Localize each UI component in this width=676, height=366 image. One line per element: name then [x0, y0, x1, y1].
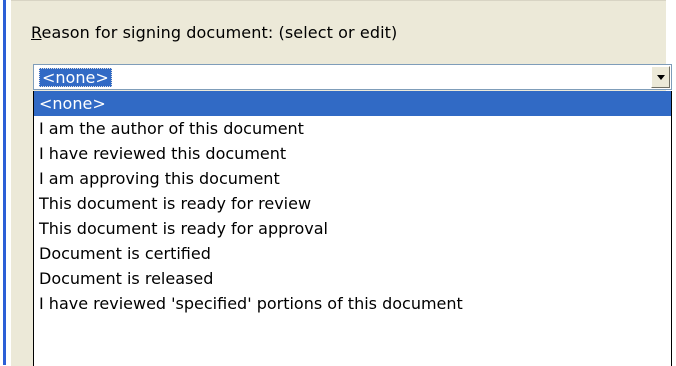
reason-option-ready-for-approval[interactable]: This document is ready for approval [34, 216, 671, 241]
dropdown-button[interactable] [651, 66, 670, 88]
reason-option-released[interactable]: Document is released [34, 266, 671, 291]
reason-dropdown-list[interactable]: <none> I am the author of this document … [33, 91, 672, 366]
window-accent-stripe [3, 0, 6, 365]
reason-option-author[interactable]: I am the author of this document [34, 116, 671, 141]
reason-option-reviewed[interactable]: I have reviewed this document [34, 141, 671, 166]
chevron-down-icon [657, 75, 665, 80]
reason-option-certified[interactable]: Document is certified [34, 241, 671, 266]
window-left-border [0, 0, 11, 365]
reason-option-reviewed-specified[interactable]: I have reviewed 'specified' portions of … [34, 291, 671, 316]
reason-combobox-value[interactable]: <none> [39, 68, 112, 87]
reason-option-approving[interactable]: I am approving this document [34, 166, 671, 191]
reason-label-text: eason for signing document: (select or e… [41, 23, 398, 42]
reason-option-none[interactable]: <none> [34, 91, 671, 116]
reason-label: Reason for signing document: (select or … [31, 23, 397, 42]
reason-label-accelerator: R [31, 23, 42, 42]
reason-option-ready-for-review[interactable]: This document is ready for review [34, 191, 671, 216]
reason-combobox[interactable]: <none> [33, 64, 672, 90]
signing-reason-panel: Reason for signing document: (select or … [11, 0, 672, 366]
